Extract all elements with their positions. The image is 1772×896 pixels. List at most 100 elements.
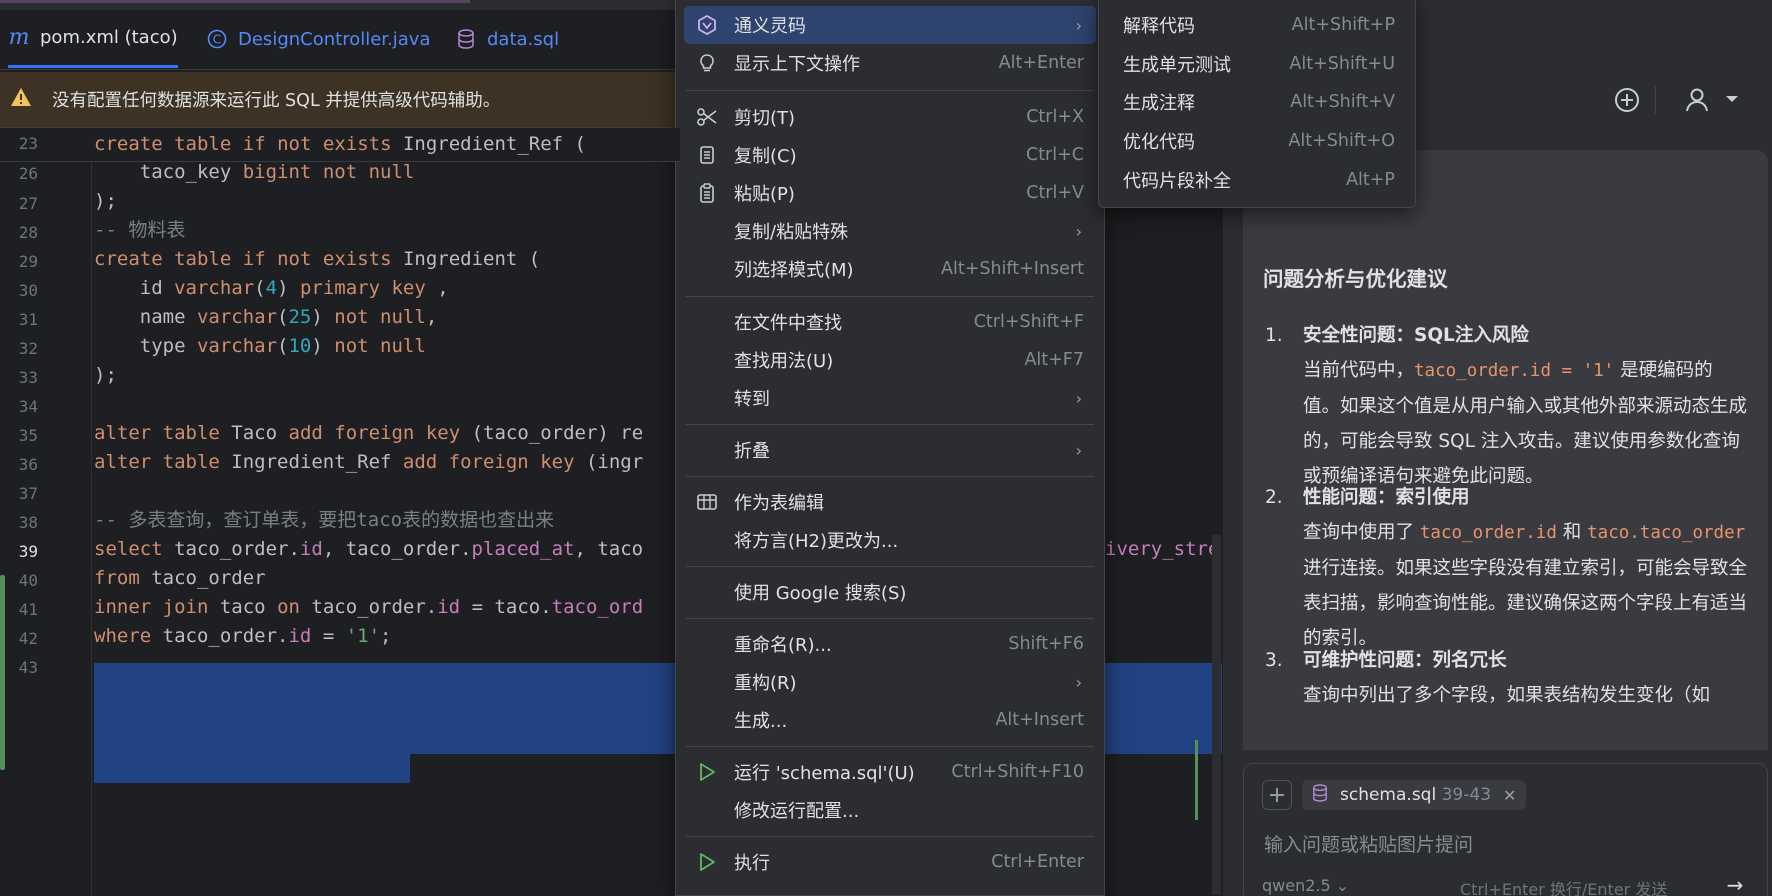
menu-item-shortcut: Ctrl+V bbox=[1026, 183, 1084, 203]
tab-data-sql[interactable]: data.sql bbox=[455, 10, 559, 68]
menu-item-label: 复制/粘贴特殊 bbox=[734, 222, 849, 243]
menu-item-label: 复制(C) bbox=[734, 146, 797, 167]
submenu-item-shortcut: Alt+Shift+O bbox=[1288, 131, 1395, 151]
submenu-item-snippet-completion[interactable]: 代码片段补全 Alt+P bbox=[1107, 161, 1407, 199]
line-number: 32 bbox=[18, 339, 38, 358]
menu-item-paste[interactable]: 粘贴(P) Ctrl+V bbox=[684, 174, 1096, 212]
menu-item-find-in-files[interactable]: 在文件中查找 Ctrl+Shift+F bbox=[684, 303, 1096, 341]
sticky-scope-line[interactable]: 23 create table if not exists Ingredient… bbox=[0, 128, 680, 162]
menu-item-column-selection[interactable]: 列选择模式(M) Alt+Shift+Insert bbox=[684, 250, 1096, 288]
selection-line bbox=[94, 750, 410, 783]
new-chat-icon[interactable] bbox=[1613, 86, 1641, 114]
chat-input[interactable] bbox=[1264, 830, 1744, 860]
menu-item-shortcut: Ctrl+C bbox=[1025, 145, 1084, 165]
chip-filename: schema.sql bbox=[1340, 785, 1437, 805]
menu-item-label: 将方言(H2)更改为... bbox=[734, 531, 899, 552]
send-button[interactable]: → bbox=[1720, 870, 1750, 896]
chevron-down-icon[interactable] bbox=[1723, 90, 1751, 118]
menu-item-rename[interactable]: 重命名(R)... Shift+F6 bbox=[684, 625, 1096, 663]
table-icon bbox=[696, 491, 718, 513]
menu-item-copy-paste-special[interactable]: 复制/粘贴特殊 › bbox=[684, 212, 1096, 250]
line-number: 35 bbox=[18, 426, 38, 445]
bulb-icon bbox=[696, 52, 718, 74]
line-number: 36 bbox=[18, 455, 38, 474]
menu-item-change-dialect[interactable]: 将方言(H2)更改为... bbox=[684, 521, 1096, 559]
close-icon[interactable]: ✕ bbox=[1503, 786, 1516, 805]
line-number: 37 bbox=[18, 484, 38, 503]
submenu-item-label: 代码片段补全 bbox=[1123, 171, 1231, 192]
submenu-item-shortcut: Alt+P bbox=[1346, 170, 1395, 190]
model-selector[interactable]: qwen2.5 ⌄ bbox=[1262, 876, 1349, 895]
menu-separator bbox=[686, 746, 1094, 747]
menu-item-goto[interactable]: 转到 › bbox=[684, 379, 1096, 417]
model-name: qwen2.5 bbox=[1262, 876, 1331, 895]
menu-item-tongyi[interactable]: 通义灵码 › bbox=[684, 6, 1096, 44]
menu-item-edit-as-table[interactable]: 作为表编辑 bbox=[684, 483, 1096, 521]
item-title: 安全性问题：SQL注入风险 bbox=[1303, 325, 1529, 346]
code-line: type varchar(10) not null bbox=[94, 335, 426, 357]
maven-icon: m bbox=[8, 25, 30, 50]
title-strip bbox=[0, 0, 680, 10]
chevron-down-icon: ⌄ bbox=[1335, 876, 1350, 895]
menu-separator bbox=[686, 618, 1094, 619]
copy-icon bbox=[696, 144, 718, 166]
menu-item-shortcut: Ctrl+Shift+F bbox=[973, 312, 1084, 332]
tab-design-controller[interactable]: C DesignController.java bbox=[206, 10, 430, 68]
line-number: 31 bbox=[18, 310, 38, 329]
line-number: 34 bbox=[18, 397, 38, 416]
menu-item-execute[interactable]: 执行 Ctrl+Enter bbox=[684, 843, 1096, 881]
item-number: 1. bbox=[1265, 325, 1283, 346]
tab-pom-xml[interactable]: m pom.xml (taco) bbox=[8, 10, 178, 68]
menu-item-generate[interactable]: 生成... Alt+Insert bbox=[684, 701, 1096, 739]
menu-item-label: 折叠 bbox=[734, 441, 770, 462]
item-text: 进行连接。如果这些字段没有建立索引，可能会导致全表扫描，影响查询性能。建议确保这… bbox=[1303, 558, 1748, 649]
submenu-item-generate-unit-test[interactable]: 生成单元测试 Alt+Shift+U bbox=[1107, 45, 1407, 83]
editor-scrollbar[interactable] bbox=[1212, 535, 1221, 895]
menu-item-show-context-actions[interactable]: 显示上下文操作 Alt+Enter bbox=[684, 44, 1096, 82]
warning-icon bbox=[10, 87, 32, 112]
submenu-item-generate-comment[interactable]: 生成注释 Alt+Shift+V bbox=[1107, 83, 1407, 121]
menu-item-find-usages[interactable]: 查找用法(U) Alt+F7 bbox=[684, 341, 1096, 379]
arrow-right-icon: → bbox=[1726, 873, 1744, 896]
line-number: 26 bbox=[18, 164, 38, 183]
menu-separator bbox=[686, 836, 1094, 837]
menu-item-google-search[interactable]: 使用 Google 搜索(S) bbox=[684, 573, 1096, 611]
tab-label: data.sql bbox=[487, 28, 560, 50]
menu-item-run-schema[interactable]: 运行 'schema.sql'(U) Ctrl+Shift+F10 bbox=[684, 753, 1096, 791]
submenu-item-shortcut: Alt+Shift+V bbox=[1290, 92, 1395, 112]
menu-item-modify-run-config[interactable]: 修改运行配置... bbox=[684, 791, 1096, 829]
item-text: 查询中列出了多个字段，如果表结构发生变化（如 bbox=[1303, 685, 1711, 706]
submenu-item-label: 生成单元测试 bbox=[1123, 55, 1231, 76]
sticky-code-line: create table if not exists Ingredient_Re… bbox=[94, 133, 586, 155]
menu-item-label: 修改运行配置... bbox=[734, 801, 860, 822]
selection-tail-text: ivery_stre bbox=[1105, 538, 1220, 560]
context-file-chip[interactable]: schema.sql 39-43 ✕ bbox=[1302, 780, 1527, 810]
send-hint: Ctrl+Enter 换行/Enter 发送 bbox=[1460, 880, 1668, 896]
menu-item-label: 生成... bbox=[734, 711, 788, 732]
submenu-item-shortcut: Alt+Shift+P bbox=[1291, 15, 1395, 35]
menu-item-cut[interactable]: 剪切(T) Ctrl+X bbox=[684, 98, 1096, 136]
chip-line-range: 39-43 bbox=[1441, 785, 1492, 805]
menu-item-shortcut: Alt+F7 bbox=[1024, 350, 1084, 370]
item-number: 2. bbox=[1265, 487, 1283, 508]
menu-item-refactor[interactable]: 重构(R) › bbox=[684, 663, 1096, 701]
add-context-button[interactable]: + bbox=[1262, 780, 1292, 810]
user-icon[interactable] bbox=[1683, 86, 1711, 114]
menu-item-copy[interactable]: 复制(C) Ctrl+C bbox=[684, 136, 1096, 174]
line-number: 27 bbox=[18, 194, 38, 213]
menu-item-label: 剪切(T) bbox=[734, 108, 796, 129]
editor-context-menu: 通义灵码 › 显示上下文操作 Alt+Enter 剪切(T) Ctrl+X 复制… bbox=[675, 0, 1105, 896]
menu-item-fold[interactable]: 折叠 › bbox=[684, 431, 1096, 469]
chat-composer[interactable]: + schema.sql 39-43 ✕ qwen2.5 ⌄ Ctrl+Ente… bbox=[1243, 763, 1768, 896]
menu-item-shortcut: Shift+F6 bbox=[1008, 634, 1084, 654]
tab-label: pom.xml (taco) bbox=[40, 27, 178, 48]
menu-item-label: 重命名(R)... bbox=[734, 635, 832, 656]
menu-item-label: 通义灵码 bbox=[734, 16, 806, 37]
submenu-item-explain-code[interactable]: 解释代码 Alt+Shift+P bbox=[1107, 6, 1407, 44]
header-divider bbox=[1655, 86, 1656, 114]
code-line: where taco_order.id = '1'; bbox=[94, 625, 392, 647]
inline-code: taco.taco_order bbox=[1587, 523, 1746, 543]
submenu-item-optimize-code[interactable]: 优化代码 Alt+Shift+O bbox=[1107, 122, 1407, 160]
tongyi-submenu: 解释代码 Alt+Shift+P 生成单元测试 Alt+Shift+U 生成注释… bbox=[1098, 0, 1416, 208]
menu-item-shortcut: Alt+Enter bbox=[998, 53, 1084, 73]
